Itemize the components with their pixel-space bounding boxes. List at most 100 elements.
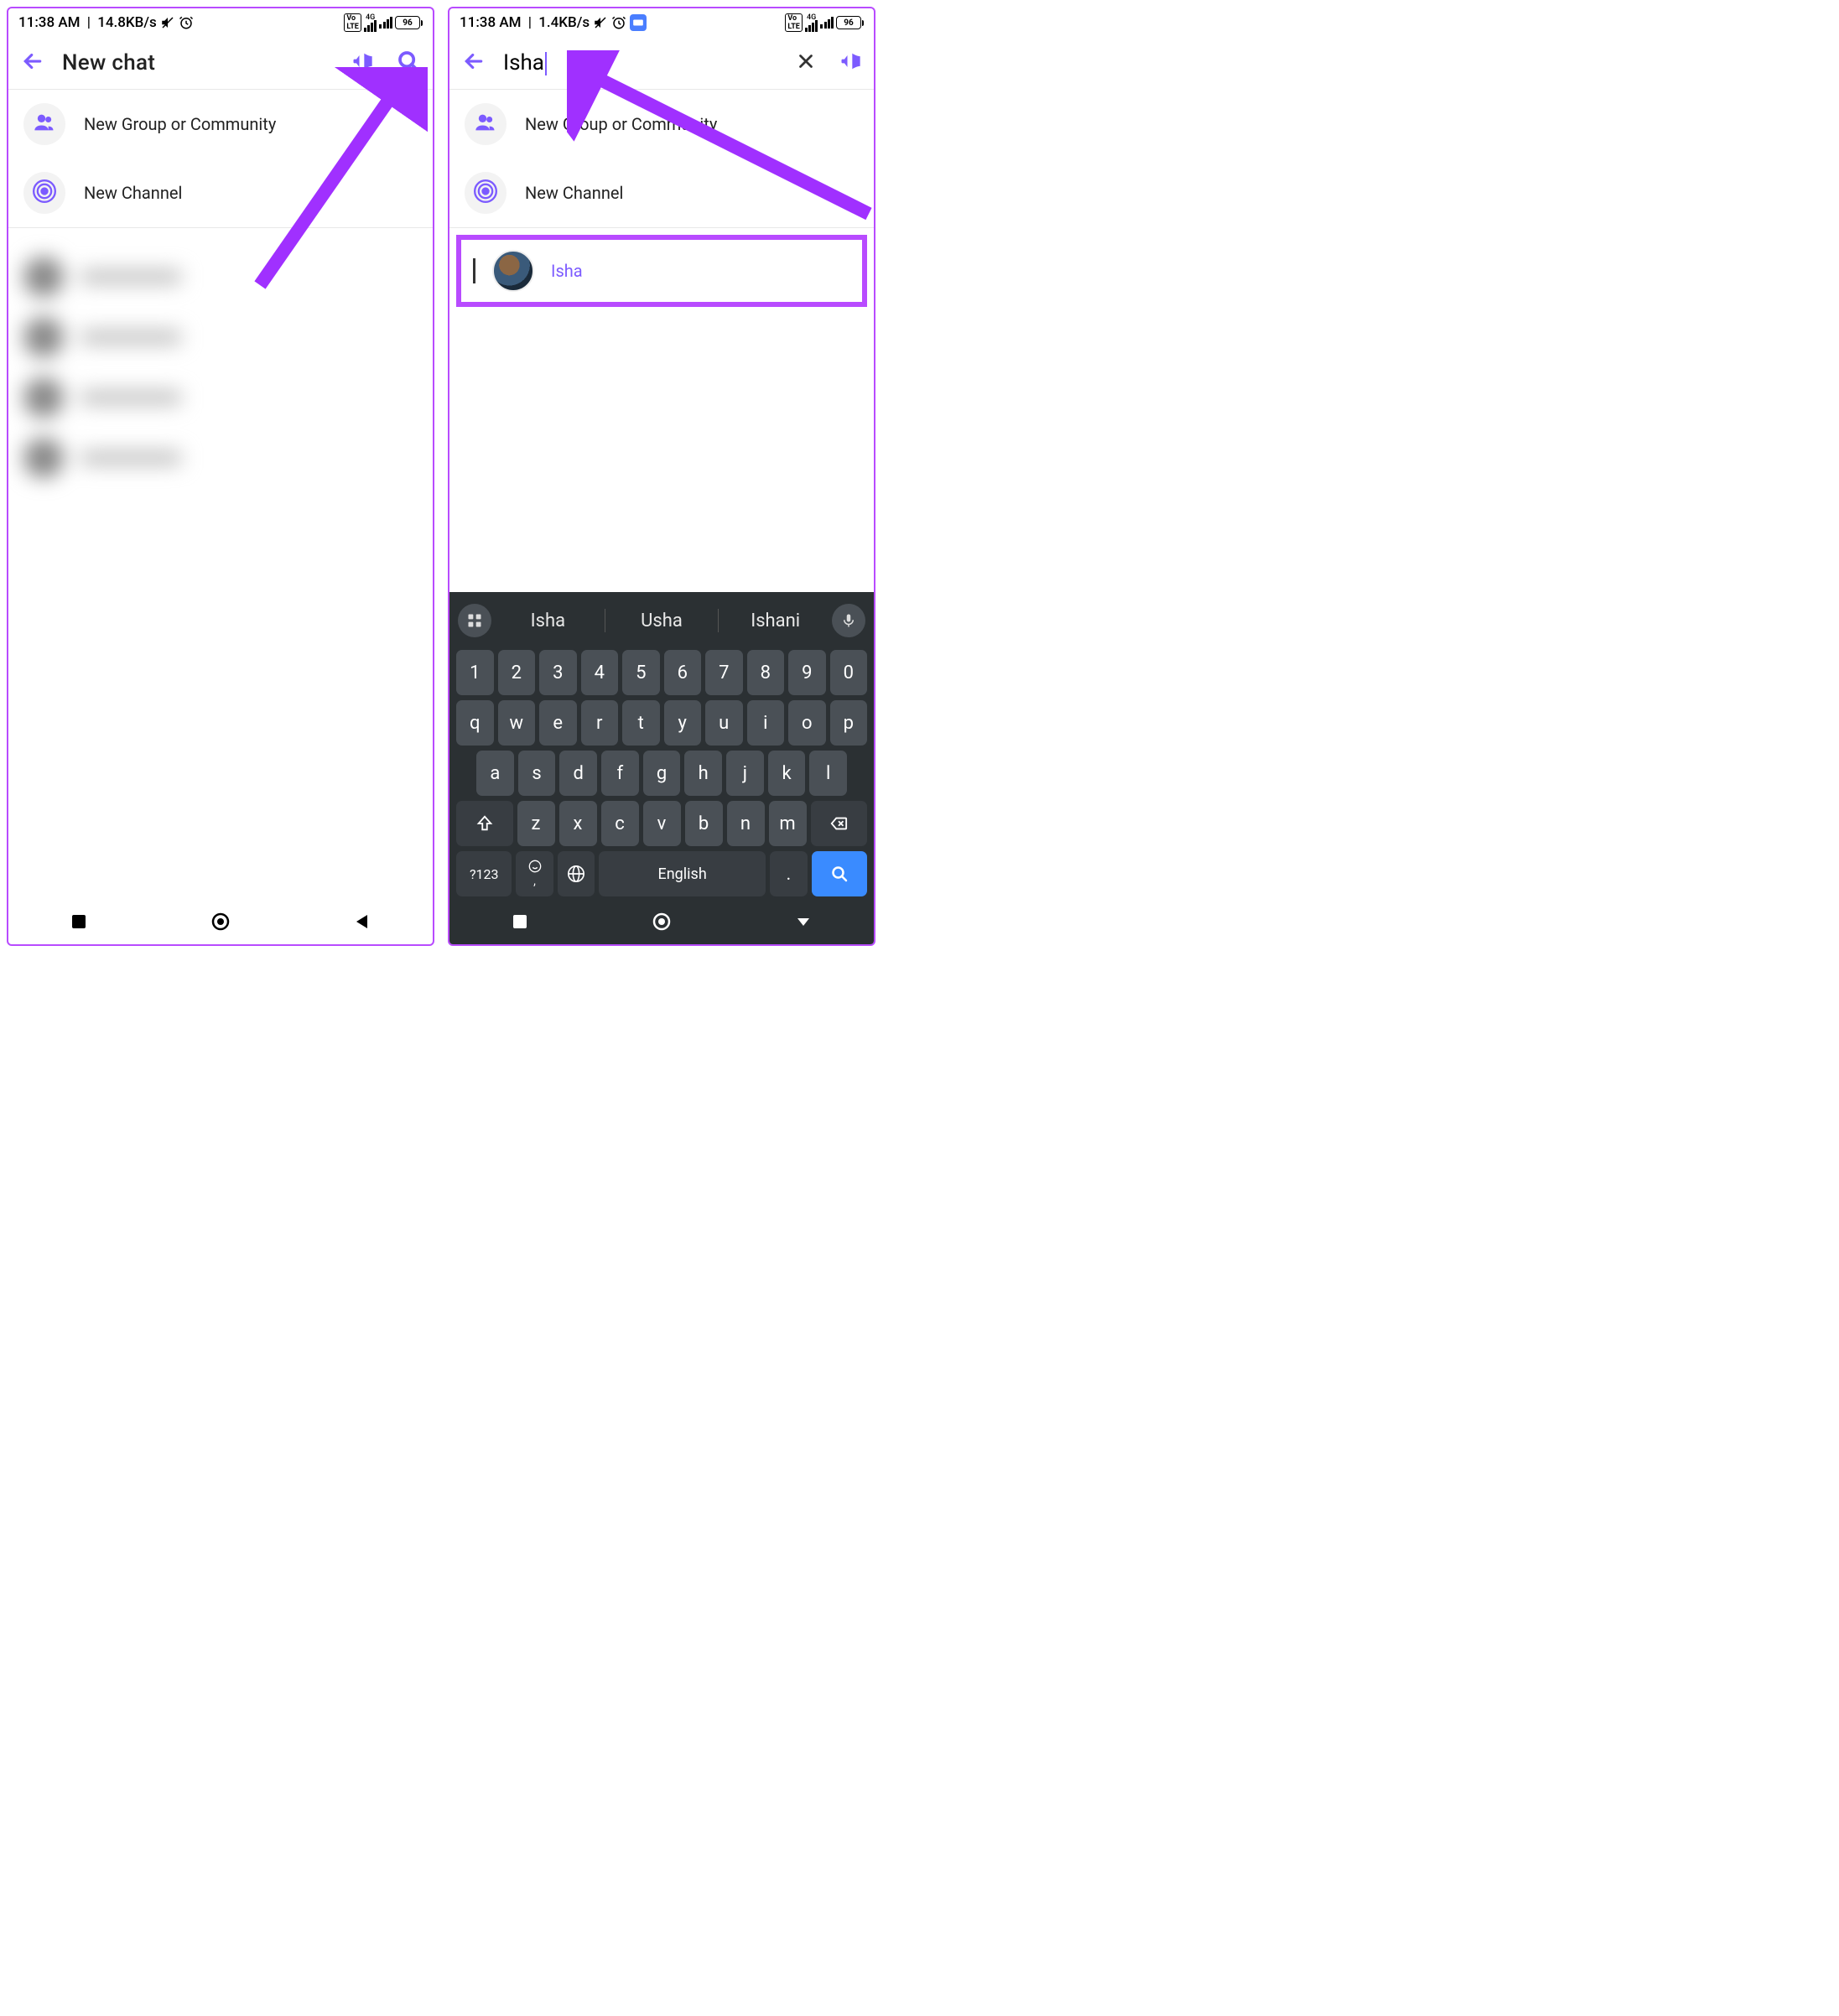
nav-keyboard-down-icon[interactable] [795,913,812,933]
volte-icon: VoLTE [344,13,361,32]
key[interactable]: o [788,700,826,746]
screenshot-left: 11:38 AM | 14.8KB/s VoLTE 4G 96 New chat… [7,7,434,946]
key[interactable]: h [684,751,722,796]
silent-icon [593,15,608,30]
signal-4g-icon: 4G [364,13,377,32]
back-icon[interactable] [461,49,486,77]
nav-home-icon[interactable] [652,912,672,935]
alarm-icon [611,15,626,30]
back-icon[interactable] [20,49,45,77]
clear-icon[interactable] [795,50,817,75]
menu-label: New Channel [525,183,623,203]
key[interactable]: b [685,801,723,846]
signal-4g-icon: 4G [805,13,818,32]
menu-new-group[interactable]: New Group or Community [449,90,874,158]
screenshot-right: 11:38 AM | 1.4KB/s VoLTE 4G 96 Isha New … [448,7,875,946]
key[interactable]: p [830,700,868,746]
key[interactable]: n [727,801,765,846]
menu-new-channel[interactable]: New Channel [8,158,433,227]
key[interactable]: 2 [498,650,536,695]
key[interactable]: 8 [747,650,785,695]
key[interactable]: 6 [664,650,702,695]
key[interactable]: f [601,751,639,796]
key[interactable]: k [768,751,806,796]
key[interactable]: 7 [705,650,743,695]
key[interactable]: m [769,801,807,846]
space-key[interactable]: English [599,851,766,896]
battery-icon: 96 [395,16,423,29]
key[interactable]: 3 [539,650,577,695]
key-row-bottom: ?123 , English . [453,849,870,899]
status-time: 11:38 AM [18,14,81,31]
key[interactable]: e [539,700,577,746]
key[interactable]: q [456,700,494,746]
nav-recent-icon[interactable] [70,913,87,933]
android-nav-bar [8,902,433,944]
volte-icon: VoLTE [785,13,803,32]
nav-recent-icon[interactable] [512,913,528,933]
key[interactable]: l [809,751,847,796]
key-row-qwerty: qwertyuiop [453,698,870,748]
key[interactable]: g [643,751,681,796]
suggestion[interactable]: Isha [495,611,601,631]
language-key[interactable] [558,851,595,896]
shift-key[interactable] [456,801,513,846]
megaphone-icon[interactable] [351,49,374,76]
key[interactable]: 4 [581,650,619,695]
key[interactable]: z [517,801,555,846]
period-key[interactable]: . [770,851,807,896]
key[interactable]: r [581,700,619,746]
menu-label: New Group or Community [525,114,717,134]
key[interactable]: c [601,801,639,846]
android-nav-bar [449,902,874,944]
symbols-key[interactable]: ?123 [456,851,512,896]
contact-avatar [492,250,534,292]
key[interactable]: 9 [788,650,826,695]
group-icon [474,111,497,138]
key[interactable]: w [498,700,536,746]
backspace-key[interactable] [811,801,868,846]
key[interactable]: u [705,700,743,746]
key[interactable]: 5 [622,650,660,695]
key[interactable]: t [622,700,660,746]
channel-icon [474,179,497,206]
status-bar: 11:38 AM | 1.4KB/s VoLTE 4G 96 [449,8,874,34]
silent-icon [160,15,175,30]
signal-icon [379,17,392,29]
group-icon [33,111,56,138]
app-bar: Isha [449,34,874,89]
key[interactable]: x [559,801,597,846]
key[interactable]: y [664,700,702,746]
key-row-asdf: asdfghjkl [453,748,870,798]
key-row-zxcv: zxcvbnm [453,798,870,849]
key[interactable]: a [476,751,514,796]
key-row-numbers: 1234567890 [453,647,870,698]
key[interactable]: 1 [456,650,494,695]
app-bar: New chat [8,34,433,89]
key[interactable]: s [518,751,556,796]
search-input[interactable]: Isha [503,50,778,75]
status-time: 11:38 AM [460,14,522,31]
alarm-icon [179,15,194,30]
key[interactable]: i [747,700,785,746]
menu-new-group[interactable]: New Group or Community [8,90,433,158]
result-indicator [473,258,475,283]
key[interactable]: d [559,751,597,796]
clipboard-icon[interactable] [458,604,491,637]
search-result-row[interactable]: Isha [456,235,867,307]
key[interactable]: j [726,751,764,796]
nav-home-icon[interactable] [210,912,231,935]
megaphone-icon[interactable] [839,49,862,76]
key[interactable]: v [643,801,681,846]
emoji-key[interactable]: , [516,851,553,896]
menu-new-channel[interactable]: New Channel [449,158,874,227]
suggestion[interactable]: Ishani [722,611,829,631]
search-key[interactable] [812,851,867,896]
battery-icon: 96 [836,16,864,29]
key[interactable]: 0 [830,650,868,695]
mic-icon[interactable] [832,604,865,637]
search-icon[interactable] [396,49,421,77]
nav-back-icon[interactable] [354,913,371,933]
keyboard-badge-icon [630,14,647,31]
suggestion[interactable]: Usha [609,611,715,631]
